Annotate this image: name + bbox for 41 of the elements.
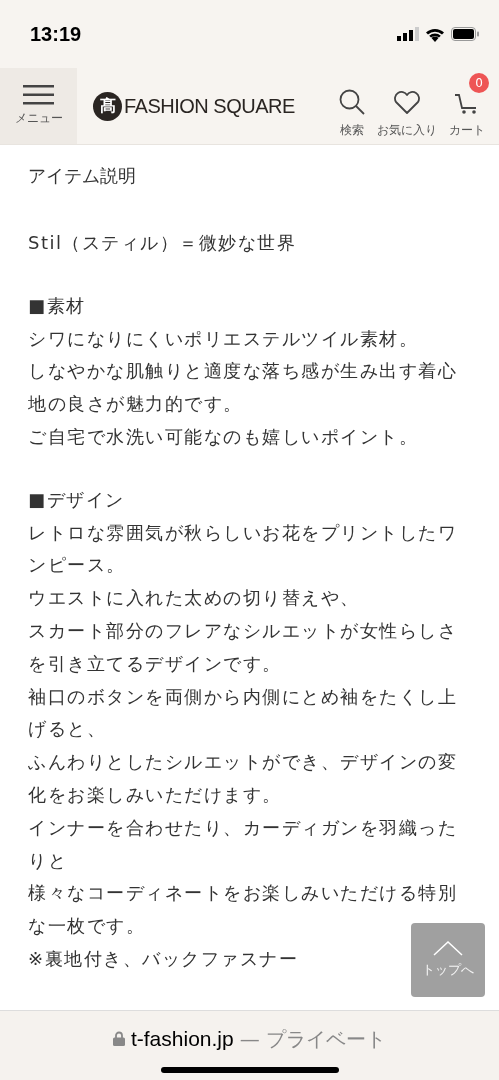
favorite-button[interactable]: お気に入り: [373, 73, 441, 139]
description-line: ■デザイン: [28, 487, 125, 512]
battery-icon: [451, 27, 479, 41]
logo-text: FASHION SQUARE: [124, 94, 295, 119]
description-line: インナーを合わせたり、カーディガンを羽織った: [28, 815, 457, 840]
description-line: りと: [28, 848, 67, 873]
wifi-icon: [425, 26, 445, 42]
cart-count-badge: 0: [469, 73, 489, 93]
status-time: 13:19: [30, 22, 82, 47]
search-icon: [339, 89, 365, 115]
cart-button[interactable]: カート 0: [445, 73, 489, 139]
url-suffix: — プライベート: [239, 1025, 387, 1053]
description-line: げると、: [28, 717, 106, 742]
description-line: ふんわりとしたシルエットができ、デザインの変: [28, 750, 457, 775]
description-line: な一枚です。: [28, 914, 145, 939]
description-line: ンピース。: [28, 553, 126, 578]
section-title: アイテム説明: [28, 165, 137, 187]
menu-button[interactable]: メニュー: [0, 68, 77, 144]
description-line: 化をお楽しみいただけます。: [28, 782, 282, 807]
signal-icon: [397, 27, 419, 41]
heart-icon: [393, 91, 421, 115]
description-line: シワになりにくいポリエステルツイル素材。: [28, 326, 418, 351]
description-line: ウエストに入れた太めの切り替えや、: [28, 586, 360, 611]
url-domain[interactable]: t-fashion.jp: [130, 1023, 234, 1055]
description-line: しなやかな肌触りと適度な落ち感が生み出す着心: [28, 359, 457, 384]
description-line: ご自宅で水洗い可能なのも嬉しいポイント。: [28, 425, 418, 449]
description-line: 袖口のボタンを両側から内側にとめ袖をたくし上: [28, 684, 457, 709]
site-logo[interactable]: 髙 FASHION SQUARE: [93, 68, 295, 144]
description-line: Stil（スティル）＝微妙な世界: [28, 231, 297, 255]
description-line: スカート部分のフレアなシルエットが女性らしさ: [28, 618, 457, 643]
description-line: ※裏地付き、バックファスナー: [28, 946, 299, 971]
description-line: 地の良さが魅力的です。: [28, 392, 243, 417]
search-button[interactable]: 検索: [335, 73, 369, 139]
chevron-up-icon: [433, 940, 463, 956]
description-line: 様々なコーディネートをお楽しみいただける特別: [28, 881, 457, 906]
description-line: レトロな雰囲気が秋らしいお花をプリントしたワ: [28, 520, 457, 545]
logo-mark: 髙: [93, 91, 122, 121]
lock-icon: [112, 1031, 125, 1047]
description-line: ■素材: [28, 293, 86, 318]
description-line: を引き立てるデザインです。: [28, 651, 282, 676]
menu-icon: [23, 85, 54, 105]
